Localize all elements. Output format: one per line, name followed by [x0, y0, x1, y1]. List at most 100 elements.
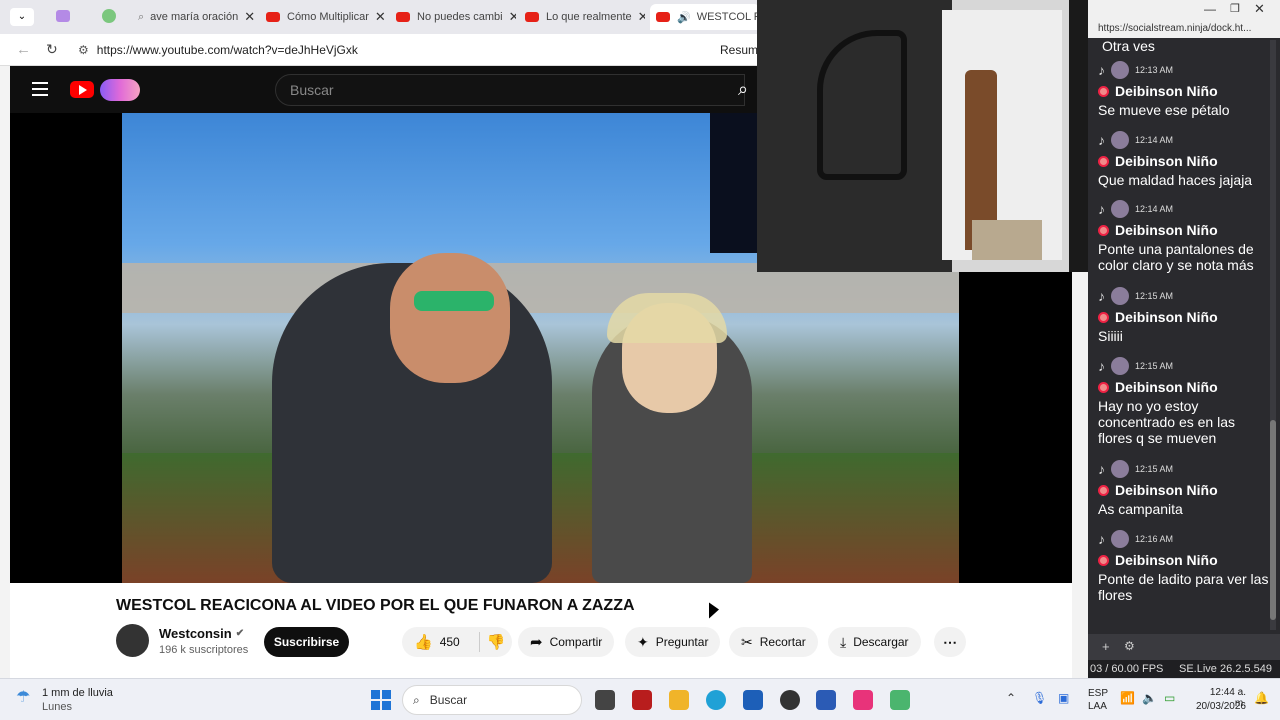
- url-field[interactable]: ⚙ https://www.youtube.com/watch?v=deJhHe…: [70, 38, 710, 62]
- language-indicator[interactable]: ESP: [1088, 688, 1108, 699]
- badge-icon: [1098, 311, 1109, 323]
- chat-window-titlebar: — ❐ ✕: [1088, 0, 1280, 20]
- badge-icon: [1098, 224, 1109, 236]
- message-time: 12:13 AM: [1135, 65, 1174, 75]
- avatar: [1111, 530, 1129, 548]
- microphone-icon[interactable]: 🎙: [1032, 691, 1047, 705]
- avatar: [1111, 131, 1129, 149]
- like-icon[interactable]: 👍: [414, 633, 433, 651]
- close-icon[interactable]: ✕: [509, 9, 516, 25]
- download-button[interactable]: ⤓ Descargar: [828, 627, 921, 657]
- speaker-icon[interactable]: 🔊: [677, 11, 691, 24]
- add-icon[interactable]: +: [1102, 639, 1110, 654]
- message-time: 12:14 AM: [1135, 204, 1174, 214]
- edge-browser-icon[interactable]: [706, 690, 726, 710]
- version-label: SE.Live 26.2.5.549: [1179, 663, 1272, 675]
- clock-date[interactable]: 20/03/2026: [1190, 701, 1246, 712]
- search-icon: ⌕: [413, 692, 420, 707]
- start-windows-icon[interactable]: [371, 690, 391, 710]
- search-icon[interactable]: ⌕: [738, 79, 748, 100]
- clip-button[interactable]: ✂ Recortar: [729, 627, 818, 657]
- file-explorer-icon[interactable]: [669, 690, 689, 710]
- dislike-icon[interactable]: 👎: [487, 633, 506, 651]
- ask-label: Preguntar: [655, 635, 709, 649]
- subscribe-button[interactable]: Suscribirse: [264, 627, 349, 657]
- youtube-logo[interactable]: [70, 81, 94, 98]
- subscriber-count: 196 k suscriptores: [159, 644, 249, 656]
- tab-2[interactable]: Cómo Multiplicar ✕: [266, 4, 386, 30]
- display-icon[interactable]: ▣: [1058, 691, 1069, 705]
- keyboard-layout[interactable]: LAA: [1088, 701, 1107, 712]
- message-time: 12:15 AM: [1135, 291, 1174, 301]
- task-view-icon[interactable]: [595, 690, 615, 710]
- notification-icon[interactable]: 🔔: [1254, 691, 1269, 705]
- message-user: Deibinson Niño: [1115, 222, 1218, 238]
- obs-icon[interactable]: [780, 690, 800, 710]
- site-info-icon[interactable]: ⚙: [78, 43, 89, 57]
- tab-active[interactable]: 🔊 WESTCOL RE: [650, 4, 760, 30]
- minimize-icon[interactable]: —: [1204, 2, 1216, 16]
- like-count[interactable]: 450: [440, 635, 460, 649]
- tab-list-chevron-icon[interactable]: ⌄: [10, 8, 34, 26]
- clip-label: Recortar: [759, 635, 806, 649]
- more-actions-button[interactable]: ⋯: [934, 627, 966, 657]
- channel-name[interactable]: Westconsin ✔: [159, 626, 244, 641]
- avatar[interactable]: [116, 624, 149, 657]
- share-label: Compartir: [549, 635, 603, 649]
- chat-scrollbar[interactable]: [1270, 40, 1276, 630]
- chat-message: ♪ 12:15 AM Deibinson Niño Hay no yo estoy…: [1098, 356, 1270, 446]
- chat-url: https://socialstream.ninja/dock.ht...: [1088, 20, 1280, 38]
- share-button[interactable]: ➦ Compartir: [518, 627, 615, 657]
- message-text: Que maldad haces jajaja: [1098, 172, 1253, 188]
- rain-weather-icon[interactable]: ☂: [16, 687, 36, 709]
- pinned-tab-icon[interactable]: [56, 10, 70, 22]
- tiktok-icon: ♪: [1098, 132, 1105, 148]
- close-icon[interactable]: ✕: [1254, 1, 1265, 17]
- tab-4[interactable]: Lo que realmente ✕: [525, 4, 645, 30]
- close-icon[interactable]: ✕: [638, 9, 645, 25]
- gear-icon[interactable]: ⚙: [1124, 639, 1135, 653]
- youtube-icon: [266, 12, 280, 22]
- tab-label: ave maría oración: [150, 11, 239, 23]
- chat-message: ♪ 12:14 AM Deibinson Niño Que maldad hace…: [1098, 130, 1270, 188]
- taskbar-search-input[interactable]: ⌕ Buscar: [402, 685, 582, 715]
- close-icon[interactable]: ✕: [244, 9, 255, 25]
- weather-title[interactable]: 1 mm de lluvia: [42, 687, 113, 699]
- tiktok-icon: ♪: [1098, 531, 1105, 547]
- close-icon[interactable]: ✕: [375, 9, 386, 25]
- volume-icon[interactable]: 🔈: [1142, 691, 1157, 705]
- avatar: [1111, 460, 1129, 478]
- doodle-logo[interactable]: [100, 79, 140, 101]
- webcam-overlay: [757, 0, 1103, 272]
- channel-name-text: Westconsin: [159, 626, 232, 641]
- resume-button[interactable]: Resumi: [720, 43, 761, 57]
- pinned-tab-chatgpt-icon[interactable]: [102, 9, 116, 23]
- message-text: Hay no yo estoy concentrado es en las fl…: [1098, 398, 1235, 446]
- menu-icon[interactable]: [32, 82, 48, 96]
- avatar: [1111, 200, 1129, 218]
- tab-3[interactable]: No puedes cambi ✕: [396, 4, 516, 30]
- word-icon[interactable]: [816, 690, 836, 710]
- message-time: 12:15 AM: [1135, 361, 1174, 371]
- chat-scrollbar-thumb[interactable]: [1270, 420, 1276, 620]
- app-brave-icon[interactable]: [632, 690, 652, 710]
- badge-icon: [1098, 381, 1109, 393]
- download-label: Descargar: [853, 635, 909, 649]
- cam-boxes: [972, 220, 1042, 260]
- tab-1[interactable]: ⌕ ave maría oración ✕: [138, 4, 258, 30]
- verified-icon: ✔: [235, 628, 245, 639]
- chat-url-text: https://socialstream.ninja/dock.ht...: [1098, 23, 1252, 34]
- maximize-icon[interactable]: ❐: [1230, 2, 1240, 15]
- battery-icon[interactable]: ▭: [1164, 691, 1175, 705]
- reload-icon[interactable]: ↻: [46, 41, 58, 58]
- chevron-up-icon[interactable]: ⌃: [1006, 691, 1016, 705]
- ask-button[interactable]: ✦ Preguntar: [625, 627, 721, 657]
- store-icon[interactable]: [743, 690, 763, 710]
- app-icon[interactable]: [890, 690, 910, 710]
- search-input[interactable]: Buscar: [275, 74, 745, 106]
- scissors-icon: ✂: [741, 633, 753, 650]
- message-time: 12:16 AM: [1135, 534, 1174, 544]
- tiktok-app-icon[interactable]: [853, 690, 873, 710]
- back-arrow-icon[interactable]: ←: [16, 41, 31, 58]
- wifi-icon[interactable]: 📶: [1120, 691, 1135, 705]
